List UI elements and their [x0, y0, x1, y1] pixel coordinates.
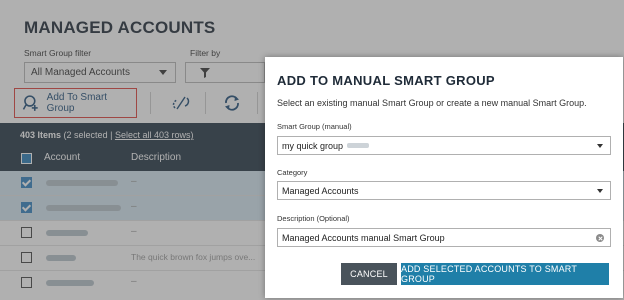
smart-group-select[interactable]: my quick group	[277, 136, 611, 155]
dialog-title: ADD TO MANUAL SMART GROUP	[277, 73, 495, 88]
smart-group-value: my quick group	[282, 140, 344, 151]
add-to-manual-smart-group-dialog: ADD TO MANUAL SMART GROUP Select an exis…	[265, 57, 623, 298]
cancel-button[interactable]: CANCEL	[341, 263, 397, 285]
redacted-text	[347, 143, 370, 148]
smart-group-label: Smart Group (manual)	[277, 122, 352, 131]
dialog-subtitle: Select an existing manual Smart Group or…	[277, 98, 587, 108]
clear-icon[interactable]	[596, 234, 604, 242]
chevron-down-icon	[597, 189, 603, 193]
category-select[interactable]: Managed Accounts	[277, 181, 611, 200]
chevron-down-icon	[597, 144, 603, 148]
category-value: Managed Accounts	[282, 185, 359, 196]
description-value: Managed Accounts manual Smart Group	[282, 232, 445, 243]
category-label: Category	[277, 168, 308, 177]
description-label: Description (Optional)	[277, 214, 350, 223]
add-selected-accounts-button[interactable]: ADD SELECTED ACCOUNTS TO SMART GROUP	[401, 263, 609, 285]
description-input[interactable]: Managed Accounts manual Smart Group	[277, 228, 611, 247]
